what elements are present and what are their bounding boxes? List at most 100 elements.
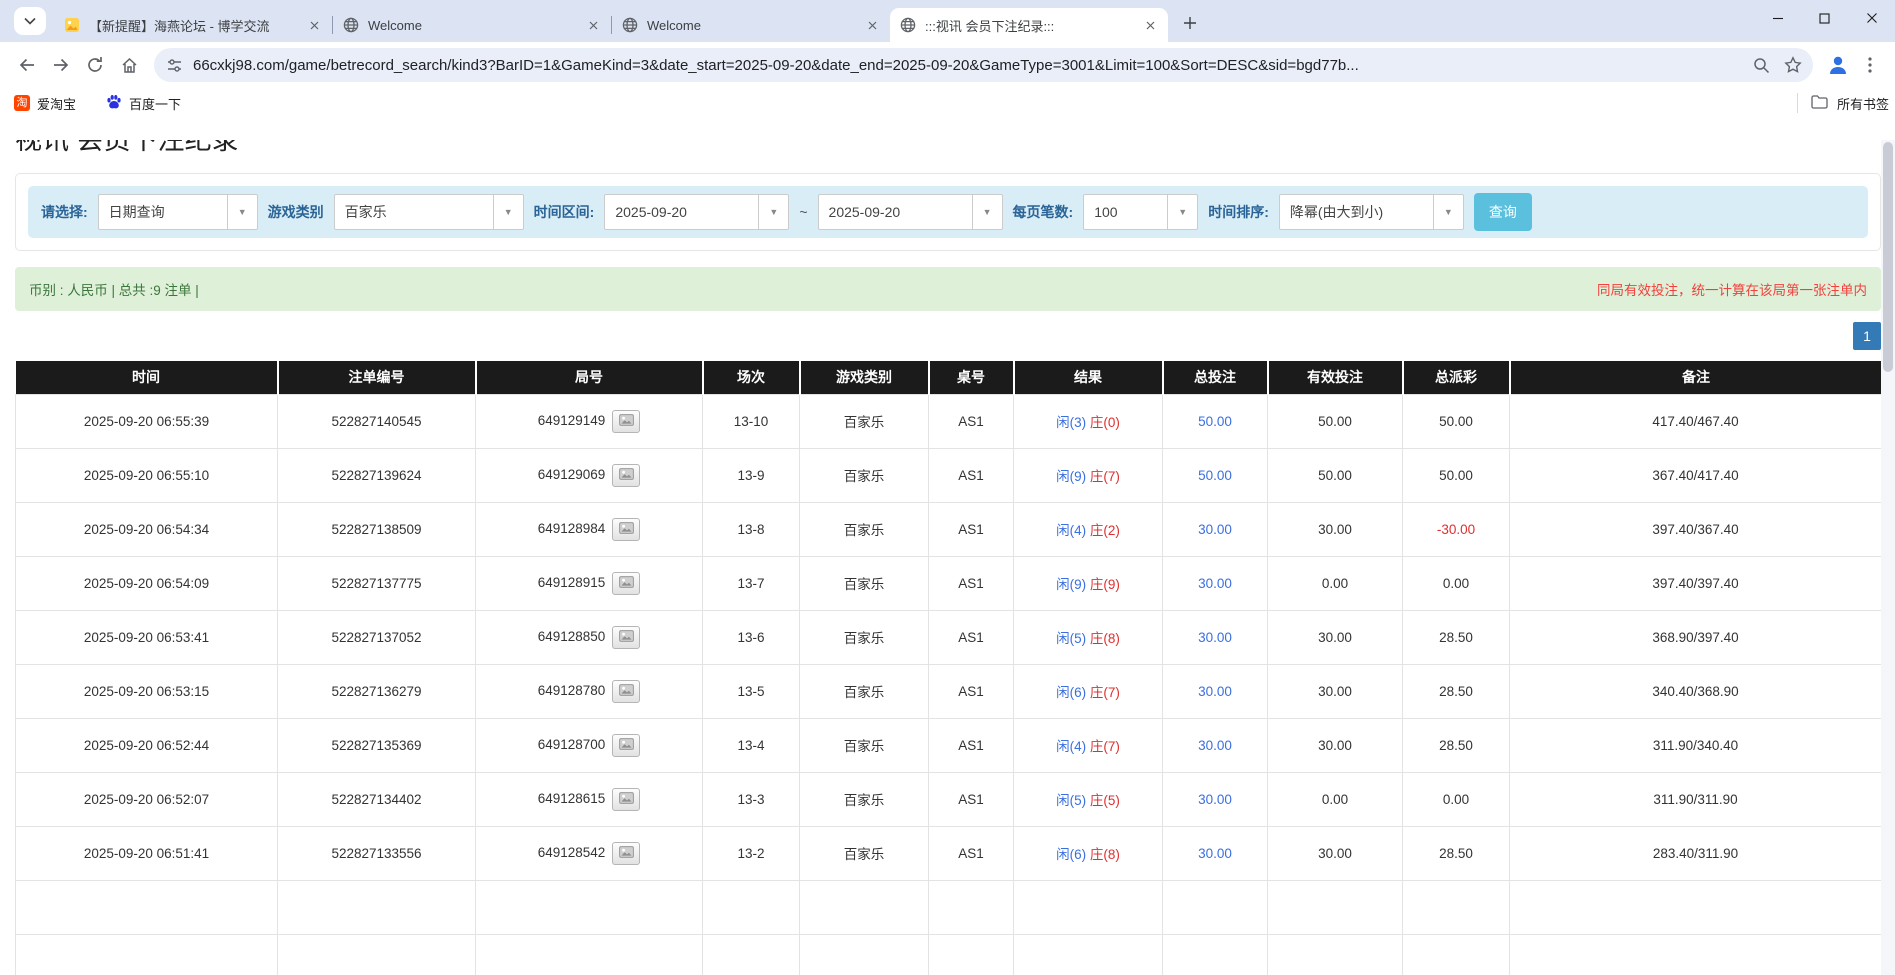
- session-cell: 13-7: [703, 556, 800, 610]
- footer-empty-cell: [800, 934, 929, 975]
- reload-icon[interactable]: [78, 48, 112, 82]
- round-number: 649128700: [538, 737, 606, 752]
- result-cell: 闲(4) 庄(7): [1014, 718, 1163, 772]
- video-replay-button[interactable]: [612, 680, 640, 703]
- media-icon: [619, 576, 634, 591]
- tab-close-icon[interactable]: [1142, 17, 1158, 33]
- total-bet-link[interactable]: 30.00: [1198, 576, 1232, 591]
- scrollbar-thumb[interactable]: [1883, 142, 1893, 372]
- maximize-button[interactable]: [1801, 0, 1848, 36]
- table-number-cell: AS1: [929, 718, 1014, 772]
- round-number-cell: 649128700: [476, 718, 703, 772]
- sort-value: 降幂(由大到小): [1280, 202, 1433, 222]
- browser-tab-1[interactable]: 【新提醒】海燕论坛 - 博学交流: [54, 8, 332, 42]
- tab-title: :::视讯 会员下注纪录:::: [925, 16, 1133, 35]
- browser-tabs: 【新提醒】海燕论坛 - 博学交流WelcomeWelcome:::视讯 会员下注…: [54, 0, 1168, 42]
- site-settings-icon[interactable]: [166, 57, 183, 74]
- bookmark-label: 爱淘宝: [37, 94, 76, 113]
- date-end-select[interactable]: 2025-09-20 ▼: [818, 194, 1003, 230]
- result-banker: 庄(7): [1090, 739, 1120, 754]
- footer-empty-cell: [703, 880, 800, 934]
- total-bet-link[interactable]: 30.00: [1198, 684, 1232, 699]
- total-bet-link[interactable]: 30.00: [1198, 792, 1232, 807]
- tab-search-chevron-icon[interactable]: [14, 7, 46, 35]
- browser-tab-2[interactable]: Welcome: [333, 8, 611, 42]
- valid-bet-cell: 0.00: [1268, 556, 1403, 610]
- search-button[interactable]: 查询: [1474, 193, 1532, 231]
- page-1-button[interactable]: 1: [1853, 322, 1881, 350]
- footer-label: 总计: [16, 934, 278, 975]
- forward-icon[interactable]: [44, 48, 78, 82]
- video-replay-button[interactable]: [612, 464, 640, 487]
- result-cell: 闲(6) 庄(7): [1014, 664, 1163, 718]
- bookmark-baidu[interactable]: 百度一下: [106, 94, 181, 113]
- profile-avatar-icon[interactable]: [1821, 48, 1855, 82]
- total-bet-link[interactable]: 30.00: [1198, 738, 1232, 753]
- note-cell: 397.40/367.40: [1510, 502, 1882, 556]
- address-bar[interactable]: 66cxkj98.com/game/betrecord_search/kind3…: [154, 48, 1813, 82]
- page-title: 视讯 会员下注纪录: [15, 140, 1895, 155]
- page-scrollbar[interactable]: [1881, 140, 1895, 975]
- per-page-select[interactable]: 100 ▼: [1083, 194, 1198, 230]
- column-header-2: 局号: [476, 361, 703, 394]
- zoom-icon[interactable]: [1747, 51, 1775, 79]
- result-banker: 庄(2): [1090, 523, 1120, 538]
- video-replay-button[interactable]: [612, 410, 640, 433]
- tab-close-icon[interactable]: [585, 17, 601, 33]
- total-bet-cell: 30.00: [1163, 610, 1268, 664]
- bookmark-taobao[interactable]: 淘 爱淘宝: [14, 94, 76, 113]
- tab-close-icon[interactable]: [306, 17, 322, 33]
- game-type-cell: 百家乐: [800, 718, 929, 772]
- video-replay-button[interactable]: [612, 518, 640, 541]
- total-bet-link[interactable]: 30.00: [1198, 846, 1232, 861]
- result-player: 闲(4): [1056, 523, 1086, 538]
- media-icon: [619, 468, 634, 483]
- video-replay-button[interactable]: [612, 626, 640, 649]
- footer-empty-cell: [476, 934, 703, 975]
- all-bookmarks[interactable]: 所有书签: [1797, 93, 1895, 113]
- date-start-select[interactable]: 2025-09-20 ▼: [604, 194, 789, 230]
- sort-select[interactable]: 降幂(由大到小) ▼: [1279, 194, 1464, 230]
- minimize-button[interactable]: [1754, 0, 1801, 36]
- tab-close-icon[interactable]: [864, 17, 880, 33]
- valid-bet-cell: 30.00: [1268, 610, 1403, 664]
- game-kind-select[interactable]: 百家乐 ▼: [334, 194, 524, 230]
- footer-empty-cell: [1510, 880, 1882, 934]
- total-bet-link[interactable]: 30.00: [1198, 630, 1232, 645]
- bet-number-cell: 522827137052: [278, 610, 476, 664]
- footer-total-payout: 184.00: [1403, 934, 1510, 975]
- table-number-cell: AS1: [929, 772, 1014, 826]
- browser-menu-icon[interactable]: [1855, 48, 1885, 82]
- home-icon[interactable]: [112, 48, 146, 82]
- total-payout-cell: -30.00: [1403, 502, 1510, 556]
- bet-number-cell: 522827135369: [278, 718, 476, 772]
- note-cell: 368.90/397.40: [1510, 610, 1882, 664]
- query-type-select[interactable]: 日期查询 ▼: [98, 194, 258, 230]
- table-number-cell: AS1: [929, 502, 1014, 556]
- total-bet-link[interactable]: 30.00: [1198, 522, 1232, 537]
- date-end-value: 2025-09-20: [819, 204, 972, 220]
- close-window-button[interactable]: [1848, 0, 1895, 36]
- browser-tab-4[interactable]: :::视讯 会员下注纪录:::: [890, 8, 1168, 42]
- new-tab-button[interactable]: [1176, 9, 1204, 37]
- video-replay-button[interactable]: [612, 734, 640, 757]
- video-replay-button[interactable]: [612, 788, 640, 811]
- folder-icon: [1811, 95, 1828, 112]
- video-replay-button[interactable]: [612, 842, 640, 865]
- result-cell: 闲(9) 庄(7): [1014, 448, 1163, 502]
- result-player: 闲(6): [1056, 685, 1086, 700]
- total-bet-link[interactable]: 50.00: [1198, 414, 1232, 429]
- url-text[interactable]: 66cxkj98.com/game/betrecord_search/kind3…: [193, 57, 1747, 74]
- back-icon[interactable]: [10, 48, 44, 82]
- valid-bet-cell: 50.00: [1268, 448, 1403, 502]
- browser-tab-3[interactable]: Welcome: [612, 8, 890, 42]
- column-header-0: 时间: [16, 361, 278, 394]
- total-bet-link[interactable]: 50.00: [1198, 468, 1232, 483]
- pagination-row: 1: [15, 311, 1881, 361]
- same-round-notice-text: 同局有效投注，统一计算在该局第一张注单内: [1597, 279, 1867, 299]
- column-header-1: 注单编号: [278, 361, 476, 394]
- round-number-cell: 649128542: [476, 826, 703, 880]
- chevron-down-icon: ▼: [758, 195, 788, 229]
- bookmark-star-icon[interactable]: [1779, 51, 1807, 79]
- video-replay-button[interactable]: [612, 572, 640, 595]
